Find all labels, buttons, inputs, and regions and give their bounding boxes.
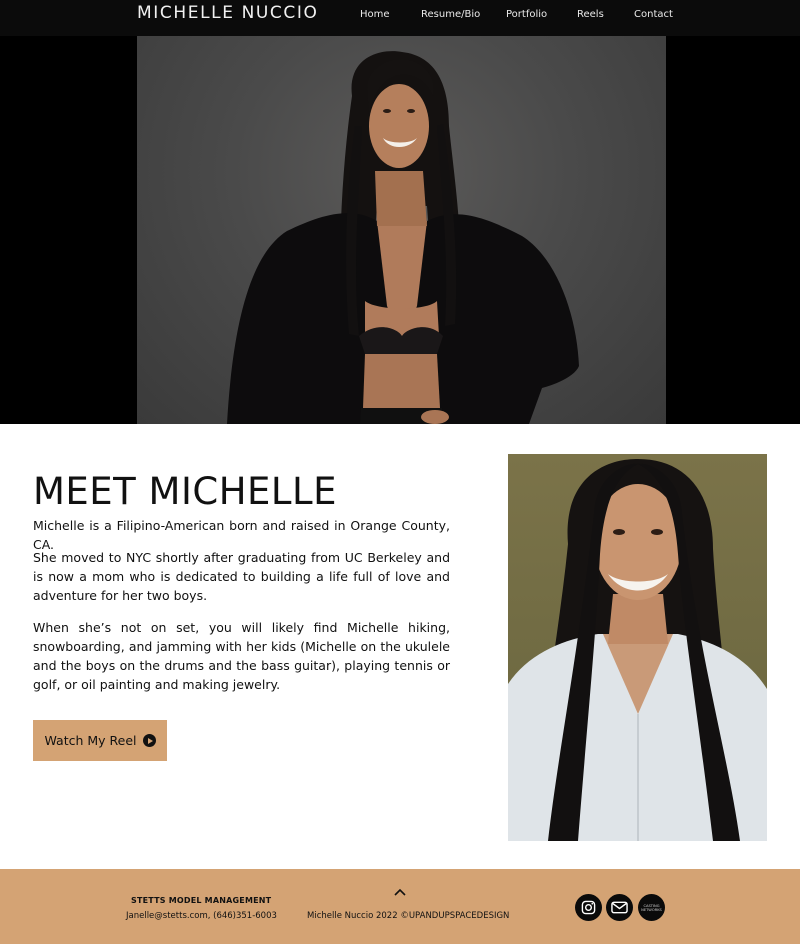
- copyright-text: Michelle Nuccio 2022 ©UPANDUPSPACEDESIGN: [307, 911, 510, 921]
- agency-contact[interactable]: Janelle@stetts.com, (646)351-6003: [126, 911, 277, 921]
- play-circle-icon: [142, 734, 156, 747]
- hero-section: [0, 36, 800, 424]
- nav-reels[interactable]: Reels: [577, 9, 604, 20]
- nav-resume-bio[interactable]: Resume/Bio: [421, 9, 480, 20]
- top-navigation-bar: MICHELLE NUCCIO Home Resume/Bio Portfoli…: [0, 0, 800, 36]
- instagram-icon[interactable]: [575, 894, 602, 921]
- casting-networks-label-1: CASTING: [643, 903, 660, 908]
- casting-networks-label-2: NETWORKS: [641, 907, 662, 912]
- hero-portrait-photo: [137, 36, 666, 424]
- headshot-photo: [508, 454, 767, 841]
- watch-reel-label: Watch My Reel: [44, 733, 137, 748]
- watch-reel-button[interactable]: Watch My Reel: [33, 720, 167, 761]
- mail-icon[interactable]: [606, 894, 633, 921]
- bio-paragraph-3: When she’s not on set, you will likely f…: [33, 620, 450, 692]
- bio-paragraph-2: She moved to NYC shortly after graduatin…: [33, 550, 450, 603]
- nav-contact[interactable]: Contact: [634, 9, 673, 20]
- nav-portfolio[interactable]: Portfolio: [506, 9, 547, 20]
- site-footer: STETTS MODEL MANAGEMENT Janelle@stetts.c…: [0, 869, 800, 944]
- casting-networks-icon[interactable]: CASTING NETWORKS: [638, 894, 665, 921]
- scroll-to-top-icon[interactable]: [393, 887, 407, 897]
- meet-heading: MEET MICHELLE: [33, 470, 338, 513]
- agency-name: STETTS MODEL MANAGEMENT: [131, 896, 272, 905]
- nav-home[interactable]: Home: [360, 9, 390, 20]
- main-nav: Home Resume/Bio Portfolio Reels Contact: [0, 9, 800, 27]
